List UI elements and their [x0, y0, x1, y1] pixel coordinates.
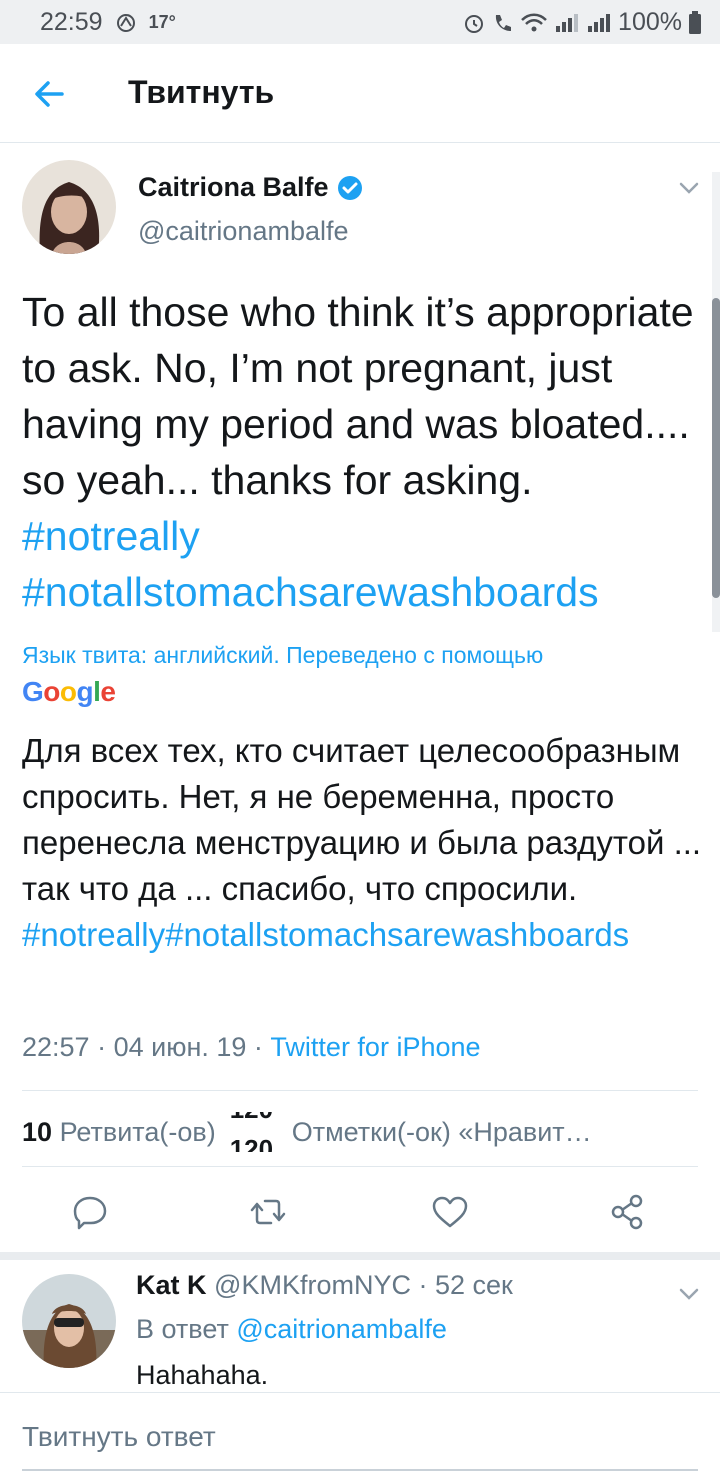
section-separator	[0, 1252, 720, 1260]
tweet-date: 04 июн. 19	[113, 1032, 247, 1062]
meta-separator: ·	[253, 1032, 271, 1062]
retweet-label: Ретвита(-ов)	[59, 1116, 216, 1147]
reply-composer[interactable]: Твитнуть ответ	[0, 1392, 720, 1481]
retweet-icon[interactable]	[248, 1192, 288, 1232]
scrollbar-thumb[interactable]	[712, 298, 720, 598]
translated-text-plain: Для всех тех, кто считает целесообразным…	[22, 732, 702, 907]
reply-header: Kat K @KMKfromNYC · 52 сек	[136, 1270, 513, 1301]
in-reply-label: В ответ	[136, 1314, 229, 1344]
tweet-time: 22:57	[22, 1032, 90, 1062]
chevron-down-icon[interactable]	[674, 1282, 704, 1306]
like-heart-icon[interactable]	[430, 1192, 470, 1232]
retweets-stat[interactable]: 10 Ретвита(-ов)	[22, 1117, 216, 1148]
share-icon[interactable]	[608, 1192, 648, 1232]
reply-author-handle[interactable]: @KMKfromNYC	[214, 1270, 411, 1300]
status-temperature: 17°	[148, 12, 176, 32]
alarm-icon	[465, 14, 484, 33]
translated-text: Для всех тех, кто считает целесообразным…	[22, 728, 712, 958]
chevron-down-icon[interactable]	[674, 176, 704, 200]
translation-note[interactable]: Язык твита: английский. Переведено с пом…	[22, 642, 543, 669]
meta-separator: ·	[97, 1032, 114, 1062]
wifi-icon	[521, 13, 547, 31]
signal-icon-2	[588, 13, 611, 32]
status-time: 22:59	[40, 8, 103, 36]
tweet-actions	[0, 1180, 720, 1244]
input-underline	[22, 1469, 698, 1471]
author-name[interactable]: Caitriona Balfe	[138, 172, 329, 203]
in-reply-handle-link[interactable]: @caitrionambalfe	[236, 1314, 447, 1344]
tweet-text-plain: To all those who think it’s appropriate …	[22, 289, 694, 503]
hashtag-link[interactable]: #notreally	[22, 513, 200, 559]
signal-icon	[556, 13, 579, 32]
reply-author-name[interactable]: Kat K	[136, 1270, 207, 1300]
top-app-bar: Твитнуть	[0, 44, 720, 143]
google-logo: Google	[22, 676, 116, 707]
tweet-source-link[interactable]: Twitter for iPhone	[270, 1032, 480, 1062]
page-title: Твитнуть	[128, 74, 275, 110]
battery-percent: 100%	[618, 8, 682, 36]
status-bar: 22:59 17° 100%	[0, 0, 720, 44]
verified-badge-icon	[337, 175, 362, 200]
call-icon	[495, 14, 512, 31]
meta-separator: ·	[418, 1270, 435, 1300]
reply-text: Hahahaha.	[136, 1360, 269, 1390]
likes-count-top: 120	[230, 1112, 273, 1125]
divider	[22, 1166, 698, 1167]
reply-age: 52 сек	[434, 1270, 513, 1300]
reply-icon[interactable]	[70, 1192, 110, 1232]
back-arrow-icon[interactable]	[30, 74, 70, 114]
author-handle[interactable]: @caitrionambalfe	[138, 216, 349, 247]
battery-icon	[689, 10, 701, 34]
translated-hashtags-link[interactable]: #notreally#notallstomachsarewashboards	[22, 916, 629, 953]
divider	[22, 1090, 698, 1091]
tweet-text: To all those who think it’s appropriate …	[22, 284, 702, 620]
likes-count-bottom: 120	[229, 1134, 274, 1152]
tweet-stats: 10 Ретвита(-ов) 120 120 Отметки(-ок) «Нр…	[22, 1112, 682, 1152]
likes-label[interactable]: Отметки(-ок) «Нравит…	[292, 1117, 592, 1148]
tweet-meta: 22:57 · 04 июн. 19 · Twitter for iPhone	[22, 1032, 481, 1063]
reply-author-avatar[interactable]	[22, 1274, 116, 1368]
retweet-count: 10	[22, 1116, 53, 1147]
reply-context: В ответ @caitrionambalfe	[136, 1314, 447, 1345]
author-name-row[interactable]: Caitriona Balfe	[138, 172, 363, 203]
reply-input-placeholder[interactable]: Твитнуть ответ	[22, 1421, 216, 1453]
weather-icon	[116, 13, 135, 32]
author-avatar[interactable]	[22, 160, 116, 254]
likes-count-rolling: 120 120	[226, 1112, 282, 1152]
hashtag-link[interactable]: #notallstomachsarewashboards	[22, 569, 599, 615]
